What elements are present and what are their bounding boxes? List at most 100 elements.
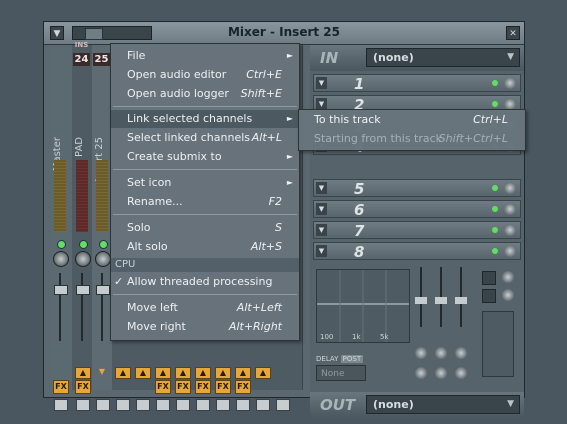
- eq-bw-knob[interactable]: [435, 367, 447, 379]
- slot-menu-button[interactable]: ▼: [316, 203, 327, 215]
- stereo-sep-knob[interactable]: [502, 271, 514, 283]
- pan-knob[interactable]: [75, 251, 91, 267]
- fx-button[interactable]: FX: [175, 380, 191, 394]
- route-arrow-icon[interactable]: ▲: [215, 367, 231, 379]
- fx-button[interactable]: FX: [195, 380, 211, 394]
- menu-item-alt-solo[interactable]: Alt solo Alt+S: [111, 238, 299, 256]
- eq-bw-knob[interactable]: [455, 367, 467, 379]
- slot-menu-button[interactable]: ▼: [316, 245, 327, 257]
- menu-item-open-audio-editor[interactable]: Open audio editor Ctrl+E: [111, 66, 299, 84]
- route-arrow-icon[interactable]: ▲: [235, 367, 251, 379]
- window-menu-button[interactable]: ▼: [50, 26, 64, 40]
- menu-item-create-submix[interactable]: Create submix to ►: [111, 148, 299, 166]
- fx-slot-8[interactable]: ▼ 8: [313, 242, 521, 261]
- slot-led[interactable]: [492, 248, 498, 254]
- fx-button[interactable]: FX: [75, 380, 91, 394]
- slot-mix-knob[interactable]: [504, 203, 516, 215]
- output-knob[interactable]: [502, 289, 514, 301]
- menu-item-allow-threaded-processing[interactable]: ✓ Allow threaded processing: [111, 273, 299, 291]
- route-arrow-icon[interactable]: ▲: [255, 367, 271, 379]
- menu-item-link-selected-channels[interactable]: Link selected channels ►: [111, 110, 299, 128]
- input-value: (none): [373, 51, 414, 64]
- slot-mix-knob[interactable]: [504, 224, 516, 236]
- disk-icon[interactable]: [236, 399, 250, 411]
- eq-freq-knob[interactable]: [435, 347, 447, 359]
- eq-band-fader[interactable]: [415, 297, 427, 304]
- menu-item-set-icon[interactable]: Set icon ►: [111, 174, 299, 192]
- fx-slot-1[interactable]: ▼ 1: [313, 74, 521, 93]
- enable-led[interactable]: [79, 240, 88, 249]
- enable-led[interactable]: [57, 240, 66, 249]
- route-arrow-icon[interactable]: ▲: [155, 367, 171, 379]
- eq-band-fader[interactable]: [455, 297, 467, 304]
- submenu-item-to-this-track[interactable]: To this track Ctrl+L: [299, 111, 525, 129]
- disk-icon[interactable]: [54, 399, 68, 411]
- output-select[interactable]: (none) ▼: [366, 395, 520, 414]
- fx-button[interactable]: FX: [53, 380, 69, 394]
- slot-menu-button[interactable]: ▼: [316, 182, 327, 194]
- menu-item-move-right[interactable]: Move right Alt+Right: [111, 318, 299, 336]
- submenu-item-starting-from-this-track[interactable]: Starting from this track Shift+Ctrl+L: [299, 130, 525, 148]
- volume-fader[interactable]: [76, 285, 90, 295]
- input-select[interactable]: (none) ▼: [366, 48, 520, 67]
- disk-icon[interactable]: [216, 399, 230, 411]
- slot-mix-knob[interactable]: [504, 245, 516, 257]
- phase-icon[interactable]: [482, 289, 496, 303]
- volume-fader[interactable]: [54, 285, 68, 295]
- volume-fader[interactable]: [96, 285, 110, 295]
- disk-icon[interactable]: [196, 399, 210, 411]
- delay-select[interactable]: None: [316, 365, 366, 381]
- menu-item-select-linked-channels[interactable]: Select linked channels Alt+L: [111, 129, 299, 147]
- disk-icon[interactable]: [76, 399, 90, 411]
- fx-button[interactable]: FX: [155, 380, 171, 394]
- disk-icon[interactable]: [276, 399, 290, 411]
- menu-item-solo[interactable]: Solo S: [111, 219, 299, 237]
- fx-button[interactable]: FX: [215, 380, 231, 394]
- route-arrow-icon[interactable]: ▲: [195, 367, 211, 379]
- enable-led[interactable]: [99, 240, 108, 249]
- disk-icon[interactable]: [116, 399, 130, 411]
- slot-menu-button[interactable]: ▼: [316, 77, 327, 89]
- pan-knob[interactable]: [53, 251, 69, 267]
- disk-icon[interactable]: [156, 399, 170, 411]
- fx-slot-7[interactable]: ▼ 7: [313, 221, 521, 240]
- output-value: (none): [373, 398, 414, 411]
- route-arrow-icon[interactable]: ▲: [135, 367, 151, 379]
- eq-freq-knob[interactable]: [455, 347, 467, 359]
- slot-led[interactable]: [492, 206, 498, 212]
- slot-led[interactable]: [492, 185, 498, 191]
- disk-icon[interactable]: [136, 399, 150, 411]
- post-label[interactable]: POST: [340, 355, 364, 363]
- route-arrow-icon[interactable]: ▼: [95, 367, 109, 377]
- disk-icon[interactable]: [176, 399, 190, 411]
- scroll-indicator[interactable]: [72, 26, 152, 40]
- menu-item-rename[interactable]: Rename... F2: [111, 193, 299, 211]
- eq-band-fader[interactable]: [435, 297, 447, 304]
- slot-mix-knob[interactable]: [504, 77, 516, 89]
- menu-item-open-audio-logger[interactable]: Open audio logger Shift+E: [111, 85, 299, 103]
- disk-icon[interactable]: [96, 399, 110, 411]
- disk-icon[interactable]: [256, 399, 270, 411]
- fx-slot-6[interactable]: ▼ 6: [313, 200, 521, 219]
- close-button[interactable]: ✕: [506, 26, 520, 40]
- eq-graph[interactable]: [316, 269, 410, 343]
- route-arrow-icon[interactable]: ▲: [175, 367, 191, 379]
- route-arrow-icon[interactable]: ▲: [115, 367, 131, 379]
- slot-led[interactable]: [492, 227, 498, 233]
- fx-slot-5[interactable]: ▼ 5: [313, 179, 521, 198]
- fx-button[interactable]: FX: [235, 380, 251, 394]
- swap-icon[interactable]: [482, 271, 496, 285]
- eq-bw-knob[interactable]: [415, 367, 427, 379]
- pan-knob[interactable]: [95, 251, 111, 267]
- pad-strip[interactable]: INS 24 PAD ▲ FX: [72, 41, 93, 411]
- slot-led[interactable]: [492, 80, 498, 86]
- slot-mix-knob[interactable]: [504, 182, 516, 194]
- title-bar[interactable]: ▼ Mixer - Insert 25 ✕: [44, 22, 524, 45]
- menu-item-move-left[interactable]: Move left Alt+Left: [111, 299, 299, 317]
- eq-freq-knob[interactable]: [415, 347, 427, 359]
- slot-menu-button[interactable]: ▼: [316, 224, 327, 236]
- route-arrow-icon[interactable]: ▲: [75, 367, 91, 379]
- slot-led[interactable]: [492, 101, 498, 107]
- master-strip[interactable]: Master FX: [50, 45, 73, 411]
- menu-item-file[interactable]: File ►: [111, 47, 299, 65]
